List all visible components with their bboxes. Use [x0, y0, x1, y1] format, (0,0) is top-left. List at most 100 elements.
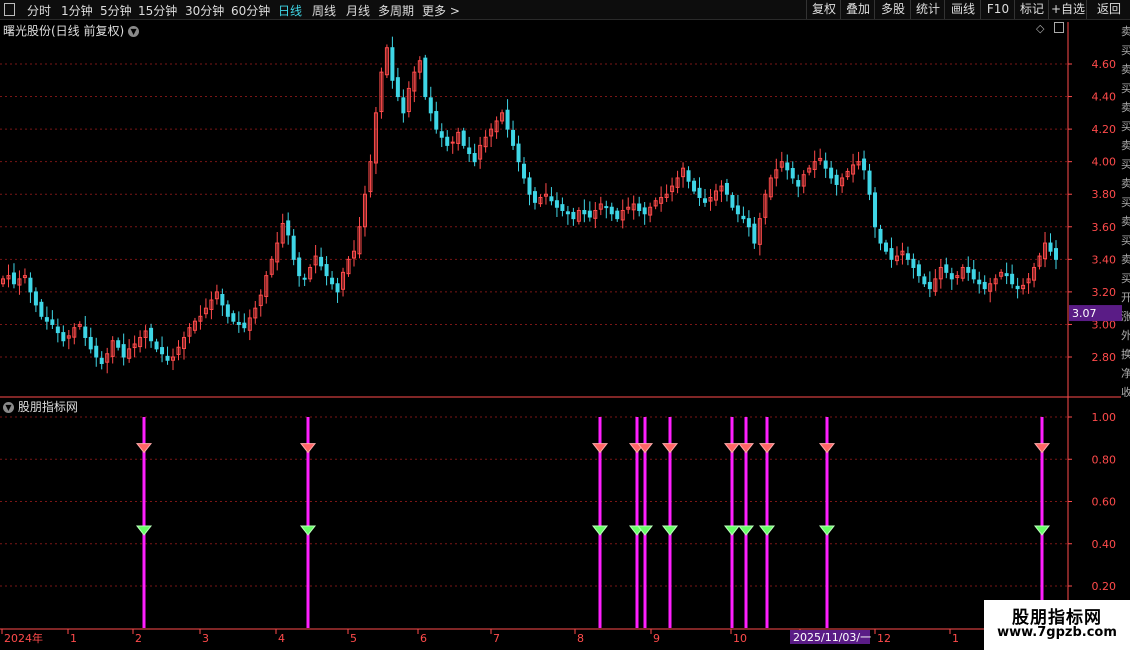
signal-series	[135, 417, 1051, 628]
candle-body	[297, 257, 302, 277]
candle-body	[971, 269, 976, 280]
chevron-down-icon[interactable]: ▼	[3, 402, 14, 413]
buy-marker	[591, 525, 609, 536]
tick-label: 3.60	[1092, 221, 1117, 234]
candle-body	[401, 97, 406, 114]
candle-body	[55, 326, 60, 334]
tick-label: 4.60	[1092, 58, 1117, 71]
toolbar-button[interactable]: 多股	[874, 0, 911, 19]
timeframe-tab[interactable]: 分时	[27, 2, 51, 19]
candle-body	[982, 281, 987, 290]
chart-canvas[interactable]: 2.803.003.203.403.603.804.004.204.404.60…	[0, 0, 1130, 650]
toolbar-button[interactable]: 复权	[806, 0, 841, 19]
candle-body	[746, 218, 751, 228]
toolbar-button[interactable]: 叠加	[840, 0, 875, 19]
sell-marker	[737, 443, 755, 454]
candle-body	[867, 170, 872, 195]
date-label: 1	[70, 632, 77, 645]
edge-label: 卖	[1121, 215, 1130, 228]
tick-label: 0.40	[1092, 538, 1117, 551]
candle-body	[686, 170, 691, 182]
date-label: 9	[653, 632, 660, 645]
candle-body	[522, 163, 527, 179]
candle-body	[1048, 242, 1053, 252]
edge-label: 买	[1121, 44, 1130, 57]
timeframe-tab[interactable]: 日线	[278, 2, 302, 19]
candle-body	[642, 207, 647, 215]
sell-marker	[1033, 443, 1051, 454]
sell-marker	[299, 443, 317, 454]
candle-body	[220, 293, 225, 306]
timeframe-tab[interactable]: 5分钟	[100, 2, 132, 19]
edge-label: 买	[1121, 196, 1130, 209]
candle-body	[236, 321, 241, 325]
candle-body	[149, 327, 154, 342]
edge-label: 外	[1121, 329, 1130, 342]
timeframe-tab[interactable]: 周线	[312, 2, 336, 19]
candle-body	[911, 258, 916, 268]
toolbar-button[interactable]: 标记	[1014, 0, 1049, 19]
candle-body	[883, 242, 888, 252]
timeframe-tab[interactable]: 更多 >	[422, 2, 460, 19]
candle-body	[335, 283, 340, 293]
toolbar: 分时 1分钟 5分钟 15分钟 30分钟 60分钟 日线 周线 月线 多周期 更多 > 复权 叠加 多股统…	[0, 0, 1130, 20]
toolbar-button[interactable]: F10	[980, 0, 1015, 19]
timeframe-tab[interactable]: 月线	[346, 2, 370, 19]
candle-body	[467, 147, 472, 155]
candle-body	[615, 210, 620, 220]
toolbar-button[interactable]: 画线	[944, 0, 981, 19]
timeframe-tab[interactable]: 1分钟	[61, 2, 93, 19]
candle-body	[116, 340, 121, 348]
edge-label: 换	[1121, 348, 1130, 361]
tick-label: 2.80	[1092, 351, 1117, 364]
edge-label: 买	[1121, 158, 1130, 171]
candle-body	[286, 220, 291, 236]
date-label: 3	[202, 632, 209, 645]
window-icon[interactable]	[4, 3, 15, 16]
chevron-down-icon[interactable]: ▼	[128, 26, 140, 37]
candle-body	[587, 210, 592, 218]
edge-label: 卖	[1121, 63, 1130, 76]
toolbar-button[interactable]: 返回	[1086, 0, 1130, 19]
candle-body	[121, 344, 126, 358]
candle-body	[834, 174, 839, 185]
sub-gridlines	[0, 416, 1068, 587]
panel-frame	[0, 22, 1130, 630]
candlestick-series	[1, 36, 1058, 374]
price-tag-label: 3.07	[1072, 307, 1097, 320]
candle-body	[1010, 273, 1015, 285]
candle-body	[949, 273, 954, 280]
candle-body	[428, 97, 433, 114]
candle-body	[730, 195, 735, 208]
candle-body	[302, 277, 307, 280]
date-label: 7	[493, 632, 500, 645]
diamond-icon[interactable]: ◇	[1036, 22, 1044, 35]
candle-body	[324, 264, 329, 277]
edge-label: 买	[1121, 82, 1130, 95]
candle-body	[39, 301, 44, 317]
edge-label: 卖	[1121, 253, 1130, 266]
candle-body	[439, 131, 444, 138]
tick-label: 4.20	[1092, 123, 1117, 136]
toolbar-button[interactable]: +自选	[1048, 0, 1087, 19]
edge-label: 涨	[1121, 310, 1130, 323]
buy-marker	[818, 525, 836, 536]
timeframe-tab[interactable]: 60分钟	[231, 2, 270, 19]
timeframe-tab[interactable]: 15分钟	[138, 2, 177, 19]
candle-body	[922, 276, 927, 285]
candle-body	[977, 279, 982, 285]
sell-marker	[591, 443, 609, 454]
candle-body	[862, 158, 867, 171]
window-toggle-icon[interactable]	[1053, 22, 1064, 33]
candle-body	[511, 129, 516, 146]
timeframe-tab[interactable]: 30分钟	[185, 2, 224, 19]
toolbar-button[interactable]: 统计	[910, 0, 945, 19]
stock-title: 曙光股份(日线 前复权)	[3, 24, 125, 38]
timeframe-tab[interactable]: 多周期	[378, 2, 414, 19]
candle-body	[434, 111, 439, 130]
candle-body	[796, 180, 801, 187]
indicator-title: 股朋指标网	[17, 400, 78, 414]
date-label: 2	[135, 632, 142, 645]
candle-body	[527, 177, 532, 195]
sell-marker	[818, 443, 836, 454]
